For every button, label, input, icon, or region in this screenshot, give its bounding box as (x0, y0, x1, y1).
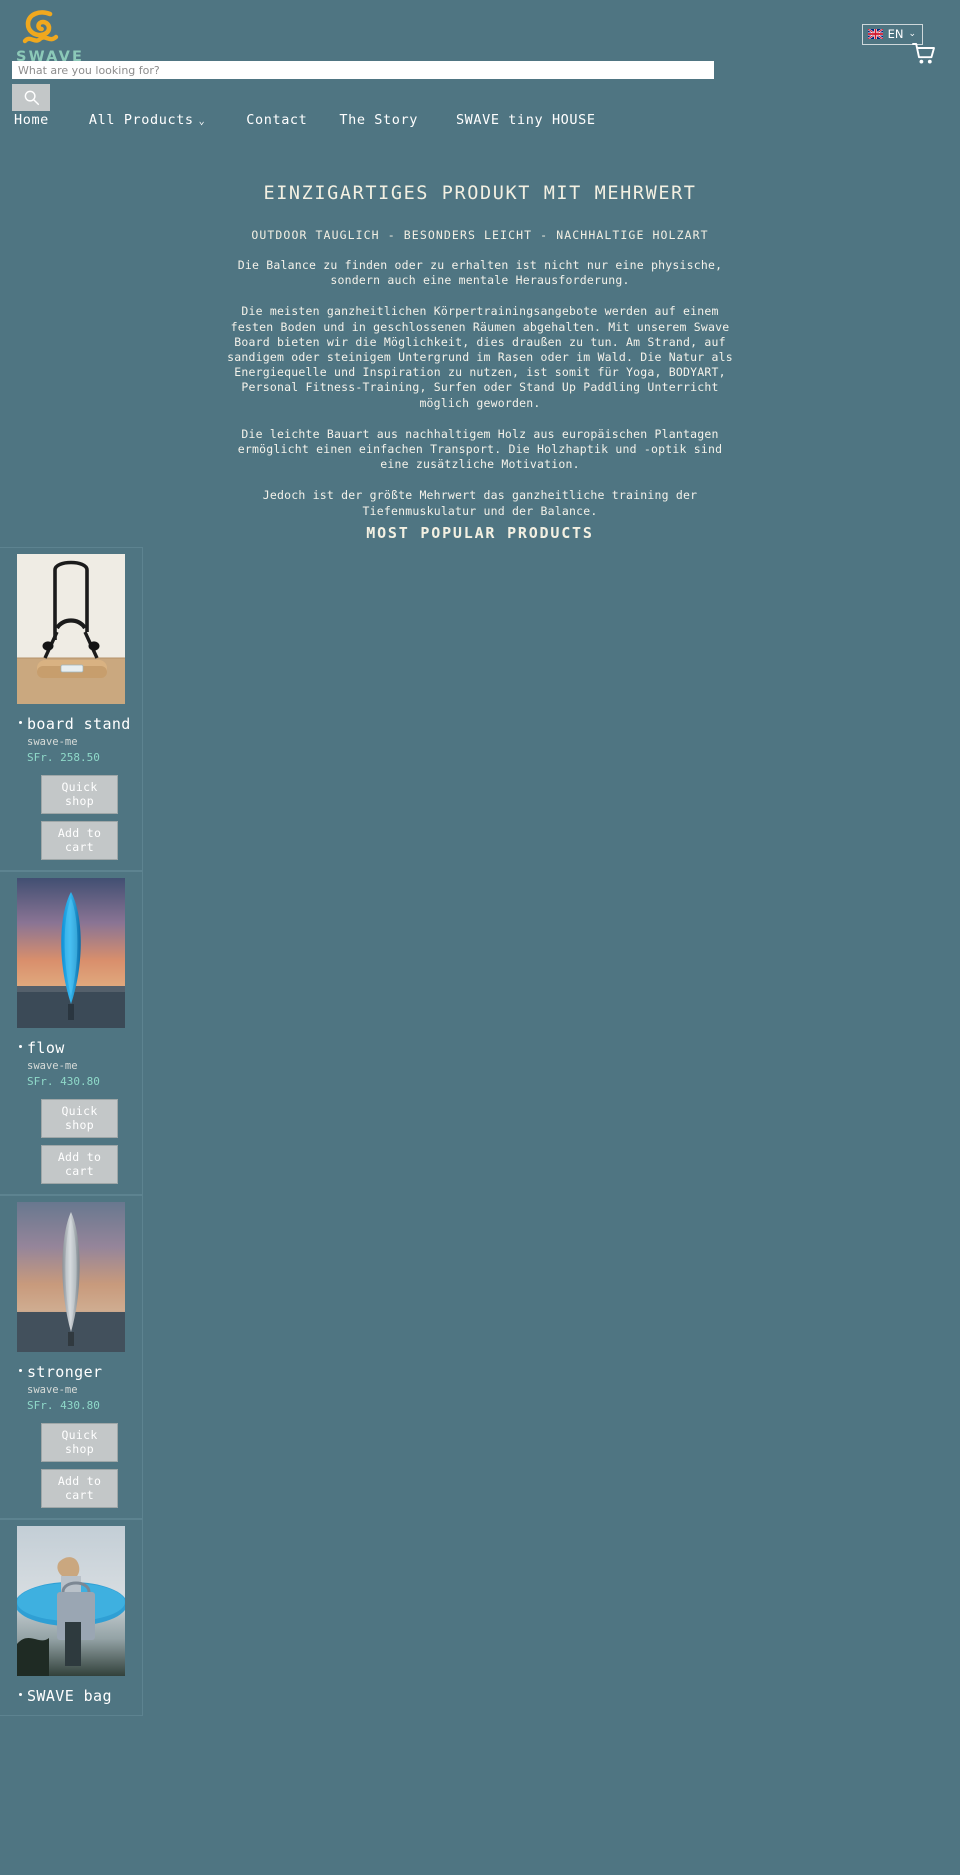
popular-products-title: MOST POPULAR PRODUCTS (366, 524, 594, 542)
add-to-cart-button[interactable]: Add to cart (41, 1469, 118, 1508)
quick-shop-button[interactable]: Quick shop (41, 1423, 118, 1462)
nav-link-home[interactable]: Home (14, 108, 49, 132)
list-bullet (19, 1369, 22, 1372)
chevron-down-icon[interactable]: ⌄ (199, 116, 206, 127)
product-title[interactable]: stronger (27, 1363, 142, 1381)
product-image-flow[interactable] (17, 878, 125, 1028)
product-image-swave-bag[interactable] (17, 1526, 125, 1676)
product-title[interactable]: flow (27, 1039, 142, 1057)
list-bullet (19, 1045, 22, 1048)
intro-paragraph-3: Die leichte Bauart aus nachhaltigem Holz… (237, 426, 723, 472)
product-price: SFr. 430.80 (27, 1075, 100, 1088)
language-label: EN (887, 27, 904, 41)
quick-shop-button[interactable]: Quick shop (41, 1099, 118, 1138)
product-vendor: swave-me (27, 1384, 78, 1396)
product-title[interactable]: board stand (27, 715, 142, 733)
nav-item-home[interactable]: Home (14, 108, 49, 132)
nav-link-swave-tiny-house[interactable]: SWAVE tiny HOUSE (456, 108, 596, 132)
nav-link-all-products[interactable]: All Products (89, 108, 194, 132)
flow-board-sunset-photo (17, 878, 125, 1028)
product-price: SFr. 258.50 (27, 751, 100, 764)
swave-bag-photo (17, 1526, 125, 1676)
nav-item-all-products[interactable]: All Products ⌄ (89, 108, 205, 132)
product-card-stronger[interactable]: stronger swave-me SFr. 430.80 Quick shop… (0, 1195, 143, 1519)
product-price: SFr. 430.80 (27, 1399, 100, 1412)
wave-sun-logo-icon (22, 10, 59, 44)
page-subtitle: OUTDOOR TAUGLICH - BESONDERS LEICHT - NA… (251, 228, 709, 242)
intro-paragraph-2: Die meisten ganzheitlichen Körpertrainin… (227, 304, 733, 410)
product-image-stronger[interactable] (17, 1202, 125, 1352)
product-card-flow[interactable]: flow swave-me SFr. 430.80 Quick shop Add… (0, 871, 143, 1195)
page-title: EINZIGARTIGES PRODUKT MIT MEHRWERT (263, 183, 697, 204)
add-to-cart-button[interactable]: Add to cart (41, 821, 118, 860)
intro-paragraph-4: Jedoch ist der größte Mehrwert das ganzh… (262, 488, 698, 518)
stronger-board-sunset-photo (17, 1202, 125, 1352)
chevron-down-icon: ⌄ (908, 28, 916, 39)
product-list: board stand swave-me SFr. 258.50 Quick s… (0, 547, 960, 1716)
uk-flag-icon (867, 29, 883, 39)
search-submit-button[interactable] (12, 84, 50, 111)
quick-shop-button[interactable]: Quick shop (41, 775, 118, 814)
search-input[interactable] (12, 61, 714, 79)
product-card-swave-bag[interactable]: SWAVE bag (0, 1519, 143, 1716)
search-form (12, 61, 714, 79)
product-vendor: swave-me (27, 736, 78, 748)
nav-item-the-story[interactable]: The Story (339, 108, 418, 132)
nav-link-the-story[interactable]: The Story (339, 108, 418, 132)
product-image-board-stand[interactable] (17, 554, 125, 704)
list-bullet (19, 1693, 22, 1696)
site-header: SWAVE BOARD EN ⌄ Home (0, 0, 960, 128)
shopping-cart-icon (912, 43, 935, 64)
product-card-board-stand[interactable]: board stand swave-me SFr. 258.50 Quick s… (0, 547, 143, 871)
product-title[interactable]: SWAVE bag (27, 1687, 142, 1705)
search-icon (24, 90, 39, 106)
intro-paragraph-1: Die Balance zu finden oder zu erhalten i… (237, 258, 723, 288)
nav-item-swave-tiny-house[interactable]: SWAVE tiny HOUSE (456, 108, 596, 132)
board-stand-photo (17, 554, 125, 704)
add-to-cart-button[interactable]: Add to cart (41, 1145, 118, 1184)
main-navigation: Home All Products ⌄ Contact The Story SWA… (0, 108, 960, 132)
nav-link-contact[interactable]: Contact (246, 108, 307, 132)
product-vendor: swave-me (27, 1060, 78, 1072)
list-bullet (19, 721, 22, 724)
intro-section: EINZIGARTIGES PRODUKT MIT MEHRWERT OUTDO… (0, 182, 960, 519)
nav-item-contact[interactable]: Contact (246, 108, 307, 132)
